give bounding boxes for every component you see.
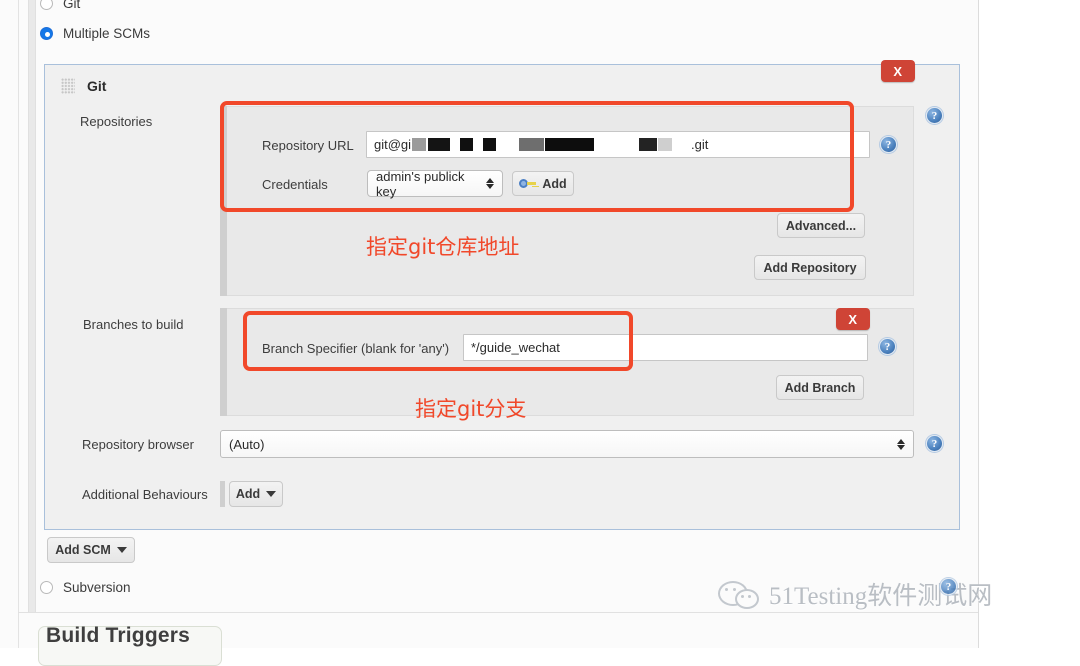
advanced-button[interactable]: Advanced...: [777, 213, 865, 238]
redaction-bar: [519, 138, 545, 151]
add-branch-button[interactable]: Add Branch: [776, 375, 864, 400]
radio-git-indicator[interactable]: [40, 0, 53, 10]
radio-multiple-scms-indicator[interactable]: [40, 27, 53, 40]
annotation-text-repository: 指定git仓库地址: [366, 235, 520, 259]
add-credentials-button[interactable]: Add: [512, 171, 574, 196]
key-icon: [519, 178, 537, 189]
add-credentials-button-label: Add: [542, 176, 567, 191]
scm-git-panel-title: Git: [87, 78, 107, 94]
repository-url-suffix: .git: [691, 137, 709, 152]
branch-specifier-label: Branch Specifier (blank for 'any'): [262, 341, 450, 356]
credentials-select[interactable]: admin's publick key: [367, 168, 503, 199]
close-scm-button[interactable]: X: [881, 60, 915, 82]
additional-behaviours-bar: [220, 481, 225, 507]
additional-behaviours-add-label: Add: [235, 487, 261, 501]
branch-specifier-help-icon[interactable]: ?: [879, 338, 896, 355]
redaction-bar: [428, 138, 451, 151]
branch-block-bar: [220, 308, 227, 416]
chevron-down-icon: [266, 491, 277, 497]
section-divider: [18, 612, 978, 613]
branches-to-build-label: Branches to build: [83, 317, 184, 332]
scm-radio-subversion-label: Subversion: [63, 580, 131, 595]
redaction-bar: [545, 138, 595, 151]
scm-radio-subversion[interactable]: Subversion: [40, 580, 131, 595]
close-branch-button[interactable]: X: [836, 308, 870, 330]
repositories-label: Repositories: [80, 114, 153, 129]
repository-url-help-icon[interactable]: ?: [880, 136, 897, 153]
watermark-text: 51Testing软件测试网: [769, 583, 993, 610]
wechat-logo-icon: [718, 580, 760, 609]
credentials-select-value: admin's publick key: [376, 168, 465, 199]
repository-browser-select[interactable]: (Auto): [220, 430, 914, 458]
credentials-label: Credentials: [262, 177, 328, 192]
redaction-bar: [412, 138, 427, 151]
repository-url-prefix: git@gi: [374, 137, 412, 152]
additional-behaviours-label: Additional Behaviours: [82, 487, 208, 502]
redaction-bar: [639, 138, 658, 151]
scm-radio-git[interactable]: Git: [40, 0, 80, 11]
scm-radio-multiple-scms-label: Multiple SCMs: [63, 26, 151, 41]
redaction-bar: [658, 138, 673, 151]
scm-radio-multiple-scms[interactable]: Multiple SCMs: [40, 26, 150, 41]
page-right-margin: [979, 0, 1080, 648]
repositories-help-icon[interactable]: ?: [926, 107, 943, 124]
repository-browser-value: (Auto): [229, 436, 265, 452]
jenkins-job-config-page: Git Multiple SCMs Git X Repositories Rep…: [0, 0, 1080, 666]
scm-indent-bar: [28, 0, 36, 612]
page-left-rule: [18, 0, 19, 648]
repository-browser-label: Repository browser: [82, 437, 194, 452]
bottom-help-icon[interactable]: ?: [940, 578, 957, 595]
redaction-bar: [460, 138, 474, 151]
scm-git-panel-header: Git: [45, 65, 959, 107]
chevron-down-icon: [116, 547, 127, 553]
radio-subversion-indicator[interactable]: [40, 581, 53, 594]
select-spinner-icon: [486, 178, 494, 189]
add-scm-button-label: Add SCM: [55, 543, 111, 557]
repository-url-input[interactable]: git@gi .git: [366, 131, 870, 158]
repository-browser-help-icon[interactable]: ?: [926, 435, 943, 452]
add-repository-button[interactable]: Add Repository: [754, 255, 866, 280]
scm-radio-git-label: Git: [63, 0, 81, 11]
add-scm-button[interactable]: Add SCM: [47, 537, 135, 563]
select-spinner-icon: [897, 438, 905, 450]
repository-url-label: Repository URL: [262, 138, 354, 153]
branch-specifier-input[interactable]: */guide_wechat: [463, 334, 868, 361]
additional-behaviours-add-button[interactable]: Add: [229, 481, 283, 507]
repository-block-bar: [220, 106, 227, 296]
build-triggers-title: Build Triggers: [46, 624, 190, 647]
drag-grip-icon[interactable]: [61, 78, 75, 94]
annotation-text-branch: 指定git分支: [415, 397, 527, 421]
redaction-bar: [483, 138, 497, 151]
